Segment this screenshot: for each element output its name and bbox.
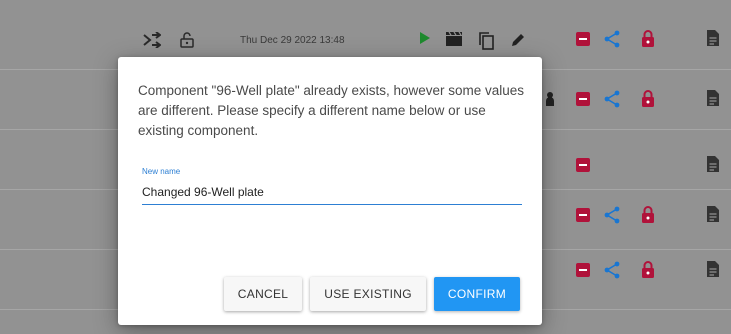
new-name-label: New name [142,167,181,176]
dialog-actions: CANCEL USE EXISTING CONFIRM [223,277,520,311]
confirm-button[interactable]: CONFIRM [433,277,520,311]
dialog-message: Component "96-Well plate" already exists… [138,83,525,138]
component-exists-dialog: Component "96-Well plate" already exists… [118,57,542,325]
new-name-field: New name [142,167,522,205]
new-name-input[interactable] [142,183,522,205]
use-existing-button[interactable]: USE EXISTING [310,277,426,311]
cancel-button[interactable]: CANCEL [223,277,303,311]
